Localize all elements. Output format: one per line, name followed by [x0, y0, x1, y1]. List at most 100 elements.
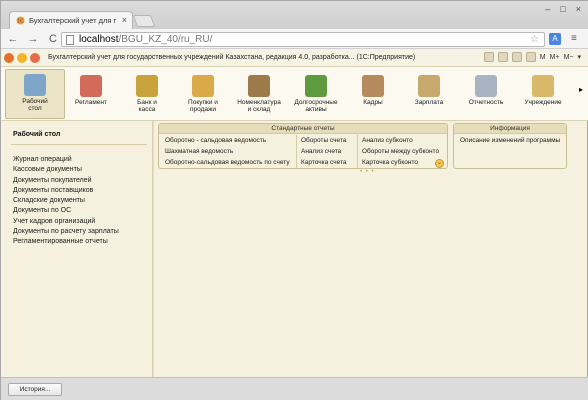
section-label: Кадры	[363, 99, 383, 106]
salary-icon	[418, 75, 440, 97]
report-link[interactable]: Шахматная ведомость	[165, 148, 233, 155]
report-link[interactable]: Оборотно - сальдовая ведомость	[165, 137, 266, 144]
panel-title[interactable]: Рабочий стол	[13, 131, 60, 138]
tab-title: Бухгалтерский учет для г	[29, 16, 117, 25]
section-label: Регламент	[75, 99, 107, 106]
column-divider	[357, 135, 358, 168]
group-resize-dots[interactable]: • • •	[360, 169, 375, 175]
nav-item-staff-records[interactable]: Учет кадров организаций	[13, 217, 119, 227]
nav-item-customer-documents[interactable]: Документы покупателей	[13, 176, 119, 186]
browser-tab[interactable]: 1C Бухгалтерский учет для г ×	[9, 11, 133, 29]
1c-favicon-icon: 1C	[16, 16, 25, 25]
url-host: localhost	[79, 34, 119, 45]
institution-icon	[532, 75, 554, 97]
maximize-button[interactable]: □	[560, 4, 565, 14]
new-tab-button[interactable]	[132, 15, 156, 27]
section-desktop[interactable]: Рабочий стол	[5, 69, 65, 119]
main-area: Стандартные отчеты Оборотно - сальдовая …	[154, 121, 587, 377]
memory-m-button[interactable]: M	[540, 54, 546, 61]
section-label: Учреждение	[524, 99, 562, 106]
svg-text:1C: 1C	[17, 19, 24, 25]
group-title: Стандартные отчеты	[159, 124, 447, 134]
calc-icon[interactable]	[525, 52, 536, 62]
nav-item-payroll-documents[interactable]: Документы по расчету зарплаты	[13, 227, 119, 237]
memory-mplus-button[interactable]: M+	[550, 54, 560, 61]
purchase-icon	[192, 75, 214, 97]
navigation-panel: Рабочий стол Журнал операций Кассовые до…	[1, 121, 153, 377]
nav-item-warehouse-documents[interactable]: Складские документы	[13, 196, 119, 206]
section-staff[interactable]: Кадры	[343, 71, 403, 119]
browser-titlebar: 1C Бухгалтерский учет для г × – □ ×	[1, 1, 588, 29]
section-assets[interactable]: Долгосрочные активы	[286, 71, 346, 119]
assets-icon	[305, 75, 327, 97]
info-link-program-changes[interactable]: Описание изменений программы	[460, 137, 560, 144]
print-icon[interactable]	[497, 52, 508, 62]
save-icon[interactable]	[483, 52, 494, 62]
report-link[interactable]: Анализ счета	[301, 148, 341, 155]
report-link[interactable]: Оборотно-сальдовая ведомость по счету	[165, 159, 290, 166]
reports-icon	[475, 75, 497, 97]
section-salary[interactable]: Зарплата	[399, 71, 459, 119]
reload-button[interactable]: C	[45, 31, 61, 47]
standard-reports-group: Стандартные отчеты Оборотно - сальдовая …	[158, 123, 448, 169]
staff-icon	[362, 75, 384, 97]
app-actions: M M+ M− ▾	[483, 52, 581, 62]
bookmark-star-icon[interactable]: ☆	[530, 34, 539, 45]
section-panel: Рабочий стол Регламент Банк и касса Поку…	[1, 67, 588, 121]
section-label: Покупки и продажи	[188, 99, 218, 113]
back-button[interactable]: ←	[5, 31, 21, 47]
section-bank[interactable]: Банк и касса	[117, 71, 177, 119]
1c-logo-icon[interactable]	[4, 52, 14, 63]
tab-close-icon[interactable]: ×	[122, 15, 127, 25]
report-link[interactable]: Карточка субконто	[362, 159, 418, 166]
section-purchase[interactable]: Покупки и продажи	[173, 71, 233, 119]
address-bar[interactable]: localhost /BGU_KZ_40/ru_RU/ ☆	[61, 32, 545, 47]
app-caret-icon[interactable]: ▾	[577, 53, 581, 61]
desktop-icon	[24, 74, 46, 96]
section-regulation[interactable]: Регламент	[61, 71, 121, 119]
sections-scroll-right-icon[interactable]: ▸	[579, 85, 587, 99]
app-menu-icon[interactable]	[17, 52, 27, 63]
bank-icon	[136, 75, 158, 97]
nav-item-operations-journal[interactable]: Журнал операций	[13, 155, 119, 165]
report-link[interactable]: Анализ субконто	[362, 137, 413, 144]
section-label: Зарплата	[414, 99, 444, 106]
nav-item-supplier-documents[interactable]: Документы поставщиков	[13, 186, 119, 196]
nav-item-regulated-reports[interactable]: Регламентированные отчеты	[13, 237, 119, 247]
navigation-list: Журнал операций Кассовые документы Докум…	[13, 155, 119, 248]
browser-menu-icon[interactable]: ≡	[571, 33, 577, 44]
section-label: Банк и касса	[137, 99, 157, 113]
section-institution[interactable]: Учреждение	[513, 71, 573, 119]
close-window-button[interactable]: ×	[576, 4, 581, 14]
forward-button[interactable]: →	[25, 31, 41, 47]
section-label: Долгосрочные активы	[294, 99, 338, 113]
section-label: Рабочий стол	[22, 98, 48, 112]
group-title: Информация	[454, 124, 566, 134]
nav-item-cash-documents[interactable]: Кассовые документы	[13, 165, 119, 175]
expand-reports-icon[interactable]: ⌄	[435, 159, 444, 168]
section-label: Отчетность	[468, 99, 504, 106]
browser-window: 1C Бухгалтерский учет для г × – □ × ← → …	[0, 0, 588, 400]
report-link[interactable]: Обороты счета	[301, 137, 346, 144]
information-group: Информация Описание изменений программы	[453, 123, 567, 169]
nav-item-fixed-assets-documents[interactable]: Документы по ОС	[13, 206, 119, 216]
app-title: Бухгалтерский учет для государственных у…	[48, 54, 416, 61]
link-icon[interactable]	[511, 52, 522, 62]
minimize-button[interactable]: –	[545, 4, 550, 14]
app-header: Бухгалтерский учет для государственных у…	[1, 49, 588, 67]
warehouse-icon	[248, 75, 270, 97]
report-link[interactable]: Карточка счета	[301, 159, 347, 166]
section-warehouse[interactable]: Номенклатура и склад	[229, 71, 289, 119]
section-reports[interactable]: Отчетность	[456, 71, 516, 119]
app-home-icon[interactable]	[30, 52, 40, 63]
history-button[interactable]: История...	[8, 383, 62, 396]
column-divider	[296, 135, 297, 168]
divider	[11, 144, 147, 145]
memory-mminus-button[interactable]: M−	[564, 54, 574, 61]
page-icon	[66, 34, 74, 45]
translate-icon[interactable]: A	[549, 33, 561, 45]
app-footer: История...	[1, 377, 588, 400]
regulation-icon	[80, 75, 102, 97]
report-link[interactable]: Обороты между субконто	[362, 148, 439, 155]
window-controls: – □ ×	[545, 4, 581, 14]
